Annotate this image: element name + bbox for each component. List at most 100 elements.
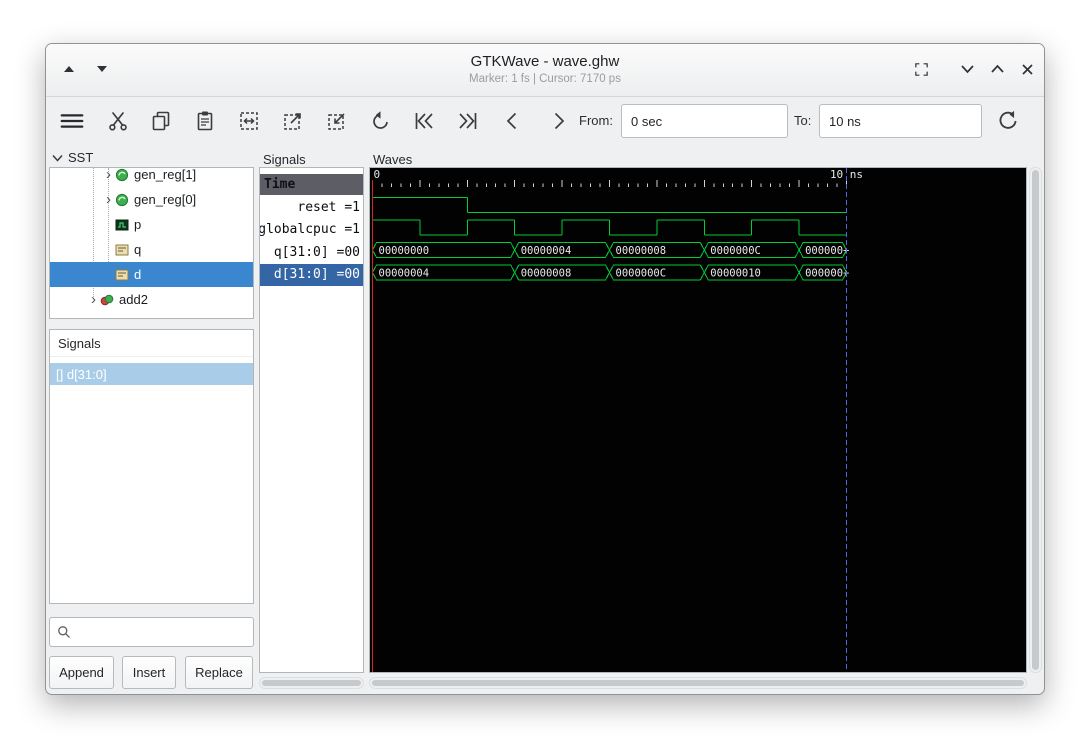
bus-value-label: 000000+ [805, 268, 849, 280]
menu-button[interactable] [58, 107, 86, 135]
search-input[interactable] [49, 617, 254, 647]
undo-button[interactable] [367, 107, 395, 135]
wave-canvas[interactable]: 010 ns0000000000000004000000080000000C00… [370, 168, 1026, 672]
tree-item-gen_reg[0][interactable]: › gen_reg[0] [50, 187, 253, 212]
toolbar: From: To: [46, 96, 1044, 147]
module-icon [100, 293, 114, 307]
signals-list-panel: Signals [] d[31:0] [49, 329, 254, 604]
gtkwave-window: GTKWave - wave.ghw Marker: 1 fs | Cursor… [45, 43, 1045, 695]
undo-icon [369, 109, 393, 133]
titlebar-up-button[interactable] [56, 56, 82, 82]
insert-button[interactable]: Insert [122, 656, 176, 689]
expander-down-icon [52, 154, 63, 162]
expander-right-icon: › [87, 293, 100, 306]
expander-right-icon: › [102, 193, 115, 206]
waves-hscrollbar[interactable] [369, 677, 1027, 689]
zoom-fit-button[interactable] [235, 107, 263, 135]
zoom-out-icon [325, 109, 349, 133]
signal-name-row[interactable]: d[31:0] =00 [260, 264, 363, 287]
tree-item-add2[interactable]: › add2 [50, 287, 253, 312]
reload-button[interactable] [994, 107, 1022, 135]
waves-vscrollbar[interactable] [1029, 167, 1042, 673]
cut-button[interactable] [104, 107, 132, 135]
search-icon [56, 624, 72, 640]
bus-value-label: 00000000 [379, 245, 430, 257]
reload-icon [995, 108, 1021, 134]
paste-button[interactable] [191, 107, 219, 135]
signal-name-row[interactable]: q[31:0] =00 [260, 241, 363, 264]
tree-item-label: q [134, 242, 141, 257]
waves-panel: 010 ns0000000000000004000000080000000C00… [369, 167, 1027, 673]
sst-tree-panel: › gen_reg[1] › gen_reg[0]pqd › add2 [49, 167, 254, 319]
names-hscrollbar-thumb[interactable] [262, 680, 361, 686]
tree-item-p[interactable]: p [50, 212, 253, 237]
skip-to-start-icon [412, 109, 436, 133]
bus-value-label: 000000+ [805, 245, 849, 257]
restore-icon [913, 61, 930, 78]
sst-label: SST [68, 150, 93, 165]
signal-name-row[interactable]: globalcpuc =1 [260, 219, 363, 242]
names-hscrollbar[interactable] [259, 677, 364, 689]
window-title: GTKWave - wave.ghw [166, 53, 924, 70]
to-field[interactable] [819, 104, 982, 138]
bus-value-label: 00000004 [521, 245, 572, 257]
copy-button[interactable] [147, 107, 175, 135]
replace-button[interactable]: Replace [185, 656, 253, 689]
tree-item-partial[interactable] [50, 312, 253, 319]
tree-item-q[interactable]: q [50, 237, 253, 262]
tree-item-label: add2 [119, 292, 148, 307]
zoom-fit-icon [237, 109, 261, 133]
waves-hscrollbar-thumb[interactable] [372, 680, 1024, 686]
triangle-down-icon [96, 64, 108, 74]
tree-item-label: gen_reg[1] [134, 167, 196, 182]
signal-names-panel: Time reset =1globalcpuc =1q[31:0] =00d[3… [259, 167, 364, 673]
signal-name-row[interactable]: reset =1 [260, 196, 363, 219]
chevron-left-icon [501, 109, 525, 133]
restore-button[interactable] [908, 56, 934, 82]
zoom-in-button[interactable] [279, 107, 307, 135]
signals-list-item[interactable]: [] d[31:0] [50, 363, 253, 385]
bus-value-label: 0000000C [710, 245, 761, 257]
close-icon [1021, 63, 1034, 76]
tree-item-label: gen_reg[0] [134, 192, 196, 207]
titlebar-down-button[interactable] [89, 56, 115, 82]
triangle-up-icon [63, 64, 75, 74]
bus-value-label: 00000008 [521, 268, 572, 280]
chevron-up-icon [990, 64, 1005, 74]
signal-icon [115, 218, 129, 232]
go-end-button[interactable] [454, 107, 482, 135]
bus-value-label: 00000008 [616, 245, 667, 257]
bus-value-label: 00000010 [710, 268, 761, 280]
step-back-button[interactable] [499, 107, 527, 135]
close-button[interactable] [1014, 56, 1040, 82]
append-button[interactable]: Append [49, 656, 114, 689]
tree-item-gen_reg[1][interactable]: › gen_reg[1] [50, 167, 253, 187]
waves-frame-label: Waves [373, 152, 412, 167]
maximize-button[interactable] [984, 56, 1010, 82]
bus-value-label: 00000004 [379, 268, 430, 280]
sst-header[interactable]: SST [52, 150, 93, 165]
zoom-out-button[interactable] [323, 107, 351, 135]
scissors-icon [106, 109, 130, 133]
to-label: To: [794, 113, 811, 128]
minimize-button[interactable] [954, 56, 980, 82]
marker-cursor-status: Marker: 1 fs | Cursor: 7170 ps [166, 73, 924, 85]
expander-right-icon: › [102, 168, 115, 181]
tree-item-d[interactable]: d [50, 262, 253, 287]
tree-item-label: d [134, 267, 141, 282]
go-start-button[interactable] [410, 107, 438, 135]
chevron-down-icon [960, 64, 975, 74]
search-box [49, 617, 254, 647]
bus-icon [115, 268, 129, 282]
bus-value-label: 0000000C [616, 268, 667, 280]
from-field[interactable] [621, 104, 788, 138]
paste-icon [193, 109, 217, 133]
tree-item-label: p [134, 217, 141, 232]
signals-list-header: Signals [50, 330, 253, 357]
signals-list: [] d[31:0] [50, 363, 253, 385]
sst-tree: › gen_reg[1] › gen_reg[0]pqd › add2 [50, 167, 253, 319]
process-icon [115, 168, 129, 182]
step-forward-button[interactable] [544, 107, 572, 135]
process-icon [115, 193, 129, 207]
waves-vscrollbar-thumb[interactable] [1032, 170, 1039, 670]
